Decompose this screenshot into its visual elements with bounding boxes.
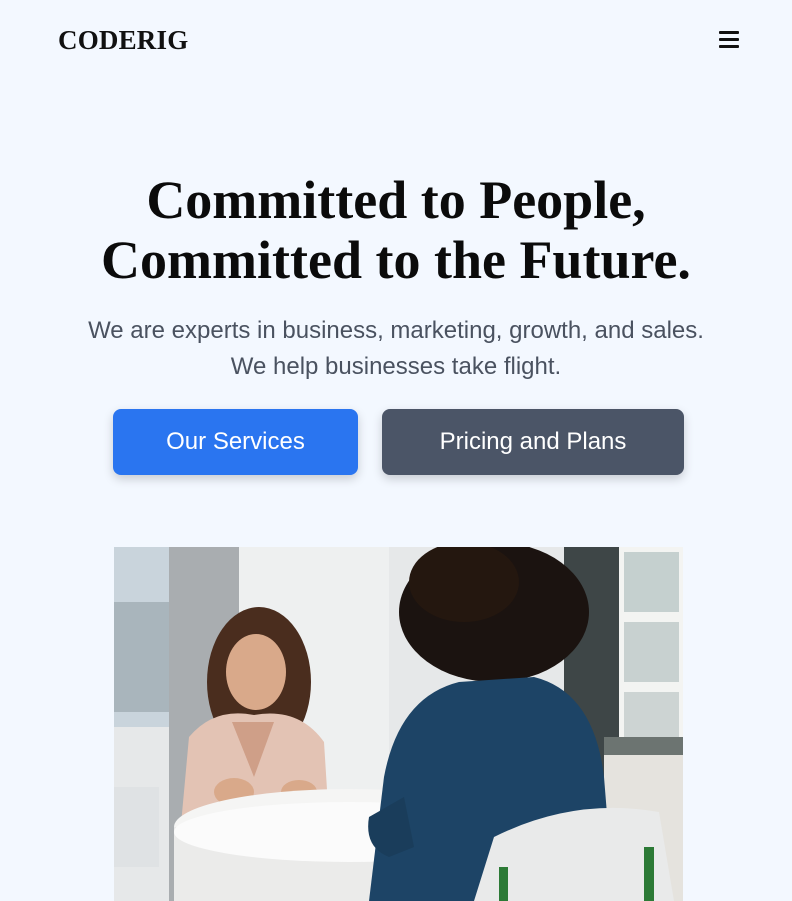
hero-title: Committed to People, Committed to the Fu… bbox=[0, 170, 792, 290]
menu-bar bbox=[719, 45, 739, 48]
our-services-button[interactable]: Our Services bbox=[113, 409, 358, 475]
hero-subtitle-line-1: We are experts in business, marketing, g… bbox=[88, 317, 704, 344]
pricing-and-plans-button[interactable]: Pricing and Plans bbox=[382, 409, 684, 475]
hamburger-menu-icon[interactable] bbox=[716, 28, 742, 52]
logo[interactable]: CODERIG bbox=[58, 24, 188, 56]
hero-subtitle-line-2: We help businesses take flight. bbox=[230, 353, 562, 380]
hero-image bbox=[114, 547, 683, 901]
hero-title-line-2: Committed to the Future. bbox=[101, 230, 691, 290]
menu-bar bbox=[719, 31, 739, 34]
hero-title-line-1: Committed to People, bbox=[146, 170, 646, 230]
hero-subtitle: We are experts in business, marketing, g… bbox=[0, 313, 792, 385]
menu-bar bbox=[719, 38, 739, 41]
